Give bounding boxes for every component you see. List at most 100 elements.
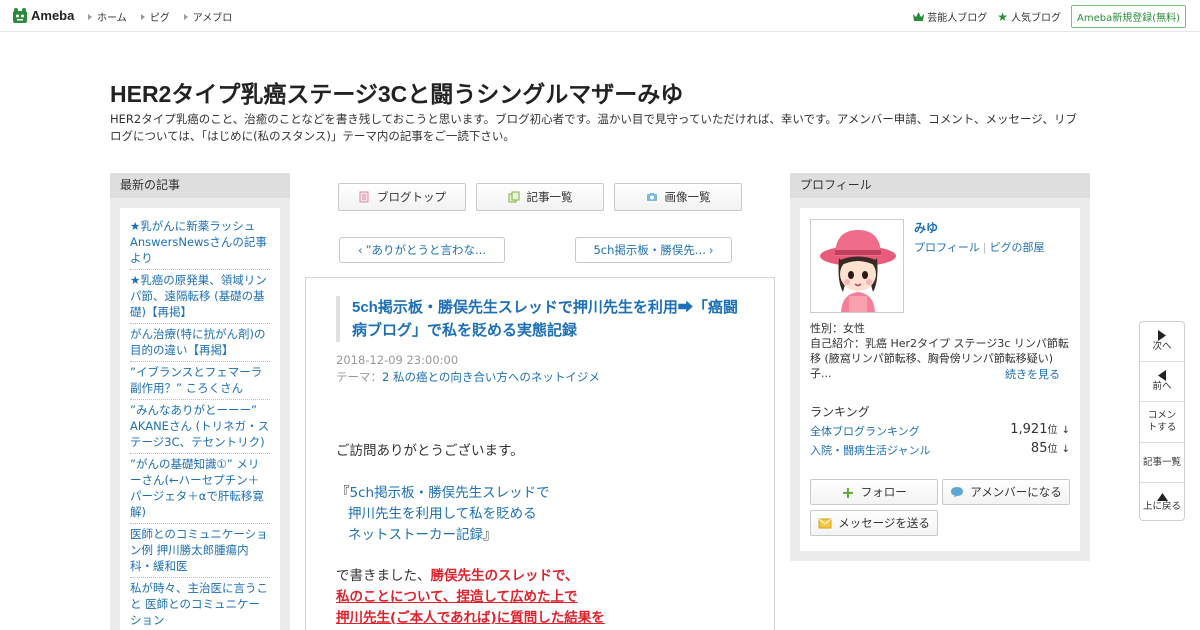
logo-text: Ameba bbox=[31, 8, 75, 23]
prev-entry-link[interactable]: ‹ ”ありがとうと言わな... bbox=[339, 237, 505, 263]
speech-bubble-icon bbox=[951, 487, 964, 498]
entry-title[interactable]: 5ch掲示板・勝俣先生スレッドで押川先生を利用➡「癌闘病ブログ」で私を貶める実態… bbox=[336, 296, 746, 342]
profile-card: みゆ プロフィール | ピグの部屋 性別：女性 自己紹介：乳癌 Her2タイプ ステ… bbox=[800, 208, 1080, 551]
ranking-row-genre: 入院・闘病生活ジャンル 85位 ↓ bbox=[810, 440, 1070, 458]
float-entry-list-label: 記事一覧 bbox=[1142, 456, 1181, 468]
list-item[interactable]: 私が時々、主治医に言うこと 医師とのコミュニケーション bbox=[130, 578, 270, 630]
entry-red-text-2: 私のことについて、捏造して広めた上で bbox=[336, 589, 578, 605]
celebrity-blog-link[interactable]: 芸能人ブログ bbox=[913, 9, 987, 24]
profile-link[interactable]: プロフィール bbox=[914, 241, 980, 254]
signup-button[interactable]: Ameba新規登録(無料) bbox=[1070, 5, 1186, 28]
ranking-unit: 位 bbox=[1047, 444, 1058, 455]
prev-button[interactable]: 前へ bbox=[1140, 362, 1184, 402]
float-entry-list-button[interactable]: 記事一覧 bbox=[1140, 443, 1184, 483]
entry-theme-link[interactable]: 2 私の癌との向き合い方へのネットイジメ bbox=[382, 370, 600, 384]
image-list-button[interactable]: 画像一覧 bbox=[614, 183, 742, 211]
ranking-row-overall: 全体ブログランキング 1,921位 ↓ bbox=[810, 421, 1070, 439]
arrow-up-icon bbox=[1156, 492, 1168, 501]
pigg-room-link[interactable]: ピグの部屋 bbox=[990, 241, 1045, 254]
send-message-label: メッセージを送る bbox=[838, 516, 930, 530]
nav-pigg[interactable]: ピグ bbox=[140, 9, 170, 24]
list-item[interactable]: ”がんの基礎知識①” メリーさん(←ハーセプチン＋パージェタ＋αで肝転移寛解) bbox=[130, 454, 270, 524]
ranking-genre-link[interactable]: 入院・闘病生活ジャンル bbox=[810, 444, 930, 457]
entry-list-button[interactable]: 記事一覧 bbox=[476, 183, 604, 211]
profile-gender: 性別：女性 bbox=[810, 322, 865, 335]
global-nav: ホーム ピグ アメブロ bbox=[88, 9, 246, 24]
list-item[interactable]: がん治療(特に抗がん剤)の目的の違い【再掲】 bbox=[130, 324, 270, 362]
next-entry-link[interactable]: 5ch掲示板・勝俣先... › bbox=[575, 237, 732, 263]
floating-nav: 次へ 前へ コメントする 記事一覧 上に戻る bbox=[1139, 321, 1185, 521]
latest-entries-heading: 最新の記事 bbox=[110, 173, 290, 198]
arrow-left-icon bbox=[1158, 370, 1166, 381]
nav-ameblo[interactable]: アメブロ bbox=[183, 9, 233, 24]
entry-wrote-prefix: で書きました、 bbox=[336, 568, 431, 584]
ameba-logo[interactable]: Ameba bbox=[12, 7, 74, 24]
list-item[interactable]: ★乳癌の原発巣、領域リンパ節、遠隔転移 (基礎の基礎)【再掲】 bbox=[130, 270, 270, 324]
triangle-right-icon bbox=[140, 13, 145, 20]
entry-greeting: ご訪問ありがとうございます。 bbox=[336, 443, 524, 459]
back-to-top-button[interactable]: 上に戻る bbox=[1140, 483, 1184, 521]
entry-body: ご訪問ありがとうございます。 『5ch掲示板・勝俣先生スレッドで 押川先生を利用… bbox=[336, 441, 756, 629]
ranking-unit: 位 bbox=[1047, 425, 1058, 436]
back-to-top-label: 上に戻る bbox=[1142, 500, 1181, 512]
ranking-heading: ランキング bbox=[810, 405, 870, 419]
entry-red-text-1: 勝俣先生のスレッドで、 bbox=[430, 568, 579, 584]
star-icon: ★ bbox=[997, 9, 1008, 24]
blog-top-icon bbox=[359, 191, 369, 203]
article: 5ch掲示板・勝俣先生スレッドで押川先生を利用➡「癌闘病ブログ」で私を貶める実態… bbox=[305, 277, 775, 630]
list-item[interactable]: 医師とのコミュニケーション例 押川勝太郎腫瘍内科・緩和医 bbox=[130, 524, 270, 578]
nav-ameblo-label: アメブロ bbox=[192, 13, 233, 24]
quote-open: 『 bbox=[336, 485, 350, 501]
quote-link-line-1[interactable]: 5ch掲示板・勝俣先生スレッドで bbox=[350, 485, 550, 501]
latest-entries-sidebar: 最新の記事 ★乳がんに新薬ラッシュ AnswersNewsさんの記事より ★乳癌… bbox=[110, 173, 290, 630]
next-button[interactable]: 次へ bbox=[1140, 322, 1184, 362]
nav-home-label: ホーム bbox=[97, 13, 127, 24]
latest-entries-list: ★乳がんに新薬ラッシュ AnswersNewsさんの記事より ★乳癌の原発巣、領… bbox=[120, 208, 280, 630]
profile-sidebar: プロフィール みゆ プロフィール | ピグの部屋 性別：女性 自己紹介：乳癌 H… bbox=[790, 173, 1090, 561]
quote-link-line-2[interactable]: 押川先生を利用して私を貶める bbox=[348, 506, 537, 522]
amember-button[interactable]: アメンバーになる bbox=[942, 479, 1070, 505]
ranking-genre-value: 85位 ↓ bbox=[1031, 440, 1070, 456]
ranking-overall-value: 1,921位 ↓ bbox=[1010, 421, 1070, 437]
popular-blog-link[interactable]: ★ 人気ブログ bbox=[997, 9, 1061, 25]
quote-link-line-3[interactable]: ネットストーカー記録 bbox=[348, 527, 483, 543]
chevron-left-icon: ‹ bbox=[357, 243, 363, 257]
entry-quote: 『5ch掲示板・勝俣先生スレッドで 押川先生を利用して私を貶める ネットストーカ… bbox=[336, 483, 756, 546]
nav-home[interactable]: ホーム bbox=[88, 9, 127, 24]
blog-top-button[interactable]: ブログトップ bbox=[338, 183, 466, 211]
avatar[interactable] bbox=[810, 219, 904, 313]
profile-name[interactable]: みゆ bbox=[914, 219, 938, 236]
prev-entry-label: ”ありがとうと言わな... bbox=[365, 243, 487, 257]
ranking-overall-number: 1,921 bbox=[1010, 422, 1048, 437]
envelope-icon bbox=[818, 518, 832, 528]
comment-label: コメントする bbox=[1147, 410, 1177, 433]
triangle-right-icon bbox=[183, 13, 188, 20]
ranking-genre-number: 85 bbox=[1030, 441, 1048, 456]
blog-title[interactable]: HER2タイプ乳癌ステージ3Cと闘うシングルマザーみゆ bbox=[110, 75, 683, 109]
nav-pigg-label: ピグ bbox=[149, 13, 170, 24]
blog-top-label: ブログトップ bbox=[377, 190, 446, 204]
global-header: Ameba ホーム ピグ アメブロ 芸能人ブログ ★ 人気ブログ Ameba新規… bbox=[0, 0, 1200, 32]
see-more-link[interactable]: 続きを見る bbox=[1005, 366, 1060, 382]
entry-list-icon bbox=[508, 191, 519, 203]
follow-button[interactable]: + フォロー bbox=[810, 479, 938, 505]
list-item[interactable]: ”みんなありがとーーー” AKANEさん (トリネガ・ステージ3C、テセントリク… bbox=[130, 400, 270, 454]
arrow-right-icon bbox=[1158, 330, 1166, 341]
plus-icon: + bbox=[841, 482, 855, 502]
profile-heading: プロフィール bbox=[790, 173, 1090, 198]
ranking-overall-link[interactable]: 全体ブログランキング bbox=[810, 425, 920, 438]
arrow-down-icon: ↓ bbox=[1061, 425, 1070, 436]
entry-list-label: 記事一覧 bbox=[526, 190, 573, 204]
list-item[interactable]: ”イブランスとフェマーラ副作用？” ころくさん bbox=[130, 362, 270, 400]
comment-button[interactable]: コメントする bbox=[1140, 402, 1184, 443]
next-entry-label: 5ch掲示板・勝俣先... bbox=[593, 243, 706, 257]
send-message-button[interactable]: メッセージを送る bbox=[810, 510, 938, 536]
entry-red-text-3: 押川先生(ご本人であれば)に質問した結果を bbox=[336, 610, 605, 626]
avatar-image bbox=[811, 220, 903, 312]
entry-paragraph: で書きました、勝俣先生のスレッドで、 私のことについて、捏造して広めた上で 押川… bbox=[336, 566, 756, 629]
entry-theme: テーマ：2 私の癌との向き合い方へのネットイジメ bbox=[336, 369, 600, 385]
list-item[interactable]: ★乳がんに新薬ラッシュ AnswersNewsさんの記事より bbox=[130, 216, 270, 270]
arrow-down-icon: ↓ bbox=[1061, 444, 1070, 455]
amember-label: アメンバーになる bbox=[970, 485, 1062, 499]
follow-label: フォロー bbox=[860, 485, 907, 499]
